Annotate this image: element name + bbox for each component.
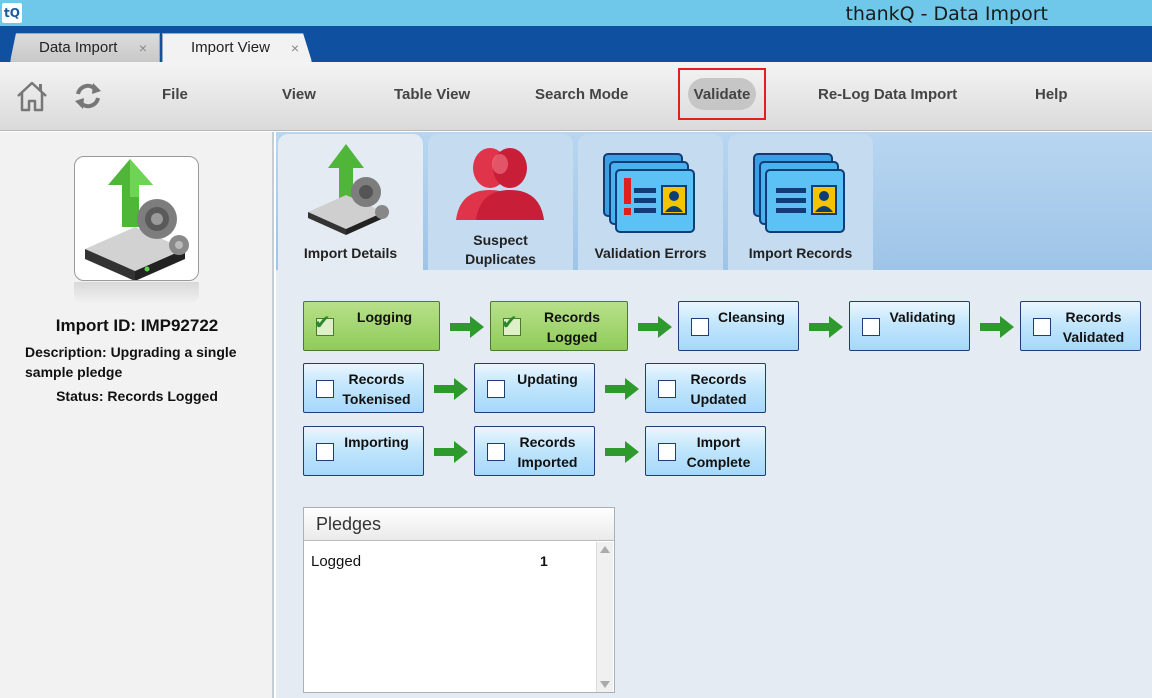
step-label: Records Validated [1062,309,1125,345]
step-label: Cleansing [718,309,785,325]
tab-label: Validation Errors [594,245,707,261]
tab-validation-errors[interactable]: Validation Errors [578,134,723,270]
step-records-logged[interactable]: ✔ Records Logged [490,301,628,351]
step-import-complete[interactable]: Import Complete [645,426,766,476]
step-checkbox [862,318,880,336]
step-records-imported[interactable]: Records Imported [474,426,595,476]
step-label: Validating [889,309,956,325]
import-records-icon [753,153,845,233]
tab-label: Data Import [39,39,118,56]
step-checkbox [1033,318,1051,336]
arrow-right-icon [605,378,639,400]
pledge-row-count: 1 [540,553,548,569]
step-checkbox [316,380,334,398]
import-status: Status: Records Logged [56,388,218,404]
step-label: Records Updated [690,371,747,407]
step-checkbox [691,318,709,336]
import-id: Import ID: IMP92722 [55,316,219,335]
scroll-down-icon[interactable] [600,681,610,688]
suspect-duplicates-icon [456,148,544,220]
checkmark-icon: ✔ [314,312,331,334]
import-description: Description: Upgrading a single [25,344,237,360]
menu-validate[interactable]: Validate [680,86,764,103]
tab-data-import[interactable]: Data Import × [10,33,160,62]
validate-highlight: Validate [678,68,766,120]
scroll-up-icon[interactable] [600,546,610,553]
arrow-right-icon [434,378,468,400]
import-details-icon [308,144,389,235]
pledges-header: Pledges [304,508,614,541]
pledge-row-label: Logged [311,553,362,570]
menu-view[interactable]: View [282,86,316,103]
main-content: Import Details Suspect Duplicates Valida… [276,132,1152,698]
pledges-panel: Pledges Logged 1 [303,507,615,693]
arrow-right-icon [605,441,639,463]
step-label: Updating [517,371,578,387]
step-label: Import Complete [686,434,751,470]
arrow-right-icon [638,316,672,338]
menu-relog-data-import[interactable]: Re-Log Data Import [818,86,957,103]
step-checkbox [658,380,676,398]
close-icon[interactable]: × [139,34,147,62]
view-tab-bar: Import Details Suspect Duplicates Valida… [276,132,1152,270]
tab-label: Duplicates [465,251,536,267]
app-logo: tQ [2,3,22,23]
document-tab-strip: Data Import × Import View × [0,26,1152,62]
home-icon[interactable] [14,78,50,114]
step-label: Records Logged [543,309,601,345]
validation-errors-icon [603,153,695,233]
step-label: Importing [344,434,409,450]
step-label: Records Imported [517,434,578,470]
pledges-title: Pledges [316,514,382,534]
step-checkbox [487,380,505,398]
arrow-right-icon [434,441,468,463]
window-title: thankQ - Data Import [845,3,1048,25]
step-logging[interactable]: ✔ Logging [303,301,440,351]
step-records-validated[interactable]: Records Validated [1020,301,1141,351]
refresh-icon[interactable] [70,78,106,114]
arrow-right-icon [450,316,484,338]
step-updating[interactable]: Updating [474,363,595,413]
step-label: Records Tokenised [342,371,411,407]
step-cleansing[interactable]: Cleansing [678,301,799,351]
image-reflection [74,282,199,304]
tab-label: Import Details [303,245,398,261]
close-icon[interactable]: × [291,34,299,62]
step-checkbox [487,443,505,461]
import-summary-panel: Import ID: IMP92722 Description: Upgradi… [0,132,274,698]
tab-import-records[interactable]: Import Records [728,134,873,270]
step-checkbox [658,443,676,461]
import-image [74,156,199,281]
import-description-cont: sample pledge [25,364,123,380]
tab-label: Import View [191,39,270,56]
checkmark-icon: ✔ [501,312,518,334]
tab-import-view[interactable]: Import View × [162,33,312,62]
tab-label: Import Records [748,245,853,261]
menu-bar: File View Table View Search Mode Validat… [0,62,1152,131]
arrow-right-icon [809,316,843,338]
step-label: Logging [356,309,413,325]
import-server-icon [85,159,189,280]
tab-label: Suspect [473,232,528,248]
step-checkbox [316,443,334,461]
arrow-right-icon [980,316,1014,338]
menu-search-mode[interactable]: Search Mode [535,86,628,103]
title-bar: tQ thankQ - Data Import [0,0,1152,26]
step-records-updated[interactable]: Records Updated [645,363,766,413]
menu-table-view[interactable]: Table View [394,86,470,103]
tab-suspect-duplicates[interactable]: Suspect Duplicates [428,134,573,270]
menu-file[interactable]: File [162,86,188,103]
step-importing[interactable]: Importing [303,426,424,476]
step-validating[interactable]: Validating [849,301,970,351]
pledges-scrollbar[interactable] [596,542,613,692]
menu-help[interactable]: Help [1035,86,1068,103]
step-records-tokenised[interactable]: Records Tokenised [303,363,424,413]
tab-import-details[interactable]: Import Details [278,134,423,270]
